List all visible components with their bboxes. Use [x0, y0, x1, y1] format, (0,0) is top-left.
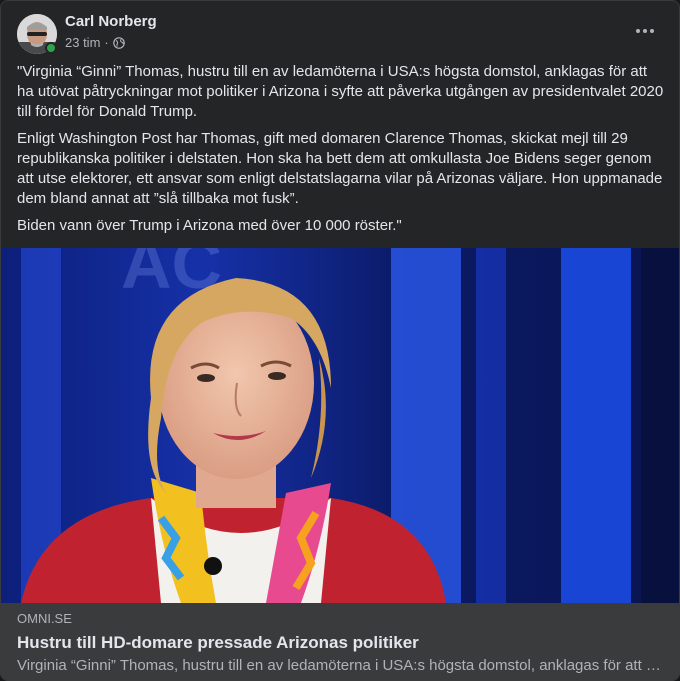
post-time[interactable]: 23 tim: [65, 35, 100, 50]
link-domain: OMNI.SE: [17, 611, 72, 626]
post-paragraph: Enligt Washington Post har Thomas, gift …: [17, 130, 663, 207]
more-dot-icon: [650, 29, 654, 33]
post-text: "Virginia “Ginni” Thomas, hustru till en…: [17, 62, 667, 243]
post-meta: 23 tim ·: [65, 35, 125, 50]
more-dot-icon: [643, 29, 647, 33]
more-dot-icon: [636, 29, 640, 33]
link-preview-info[interactable]: OMNI.SE Hustru till HD-domare pressade A…: [1, 603, 679, 680]
article-photo: AC: [1, 248, 679, 603]
link-title[interactable]: Hustru till HD-domare pressade Arizonas …: [17, 632, 665, 654]
post-header: Carl Norberg 23 tim ·: [1, 1, 679, 59]
link-description: Virginia “Ginni” Thomas, hustru till en …: [17, 657, 665, 674]
online-status-dot: [45, 42, 57, 54]
author-name[interactable]: Carl Norberg: [65, 13, 157, 30]
post-card: Carl Norberg 23 tim · "Virginia “Ginni” …: [0, 0, 680, 681]
meta-separator: ·: [104, 35, 109, 50]
link-preview-image[interactable]: AC: [1, 248, 679, 603]
post-paragraph: "Virginia “Ginni” Thomas, hustru till en…: [17, 63, 664, 120]
post-paragraph: Biden vann över Trump i Arizona med över…: [17, 217, 402, 234]
more-options-button[interactable]: [633, 21, 657, 41]
globe-icon: [112, 36, 125, 49]
